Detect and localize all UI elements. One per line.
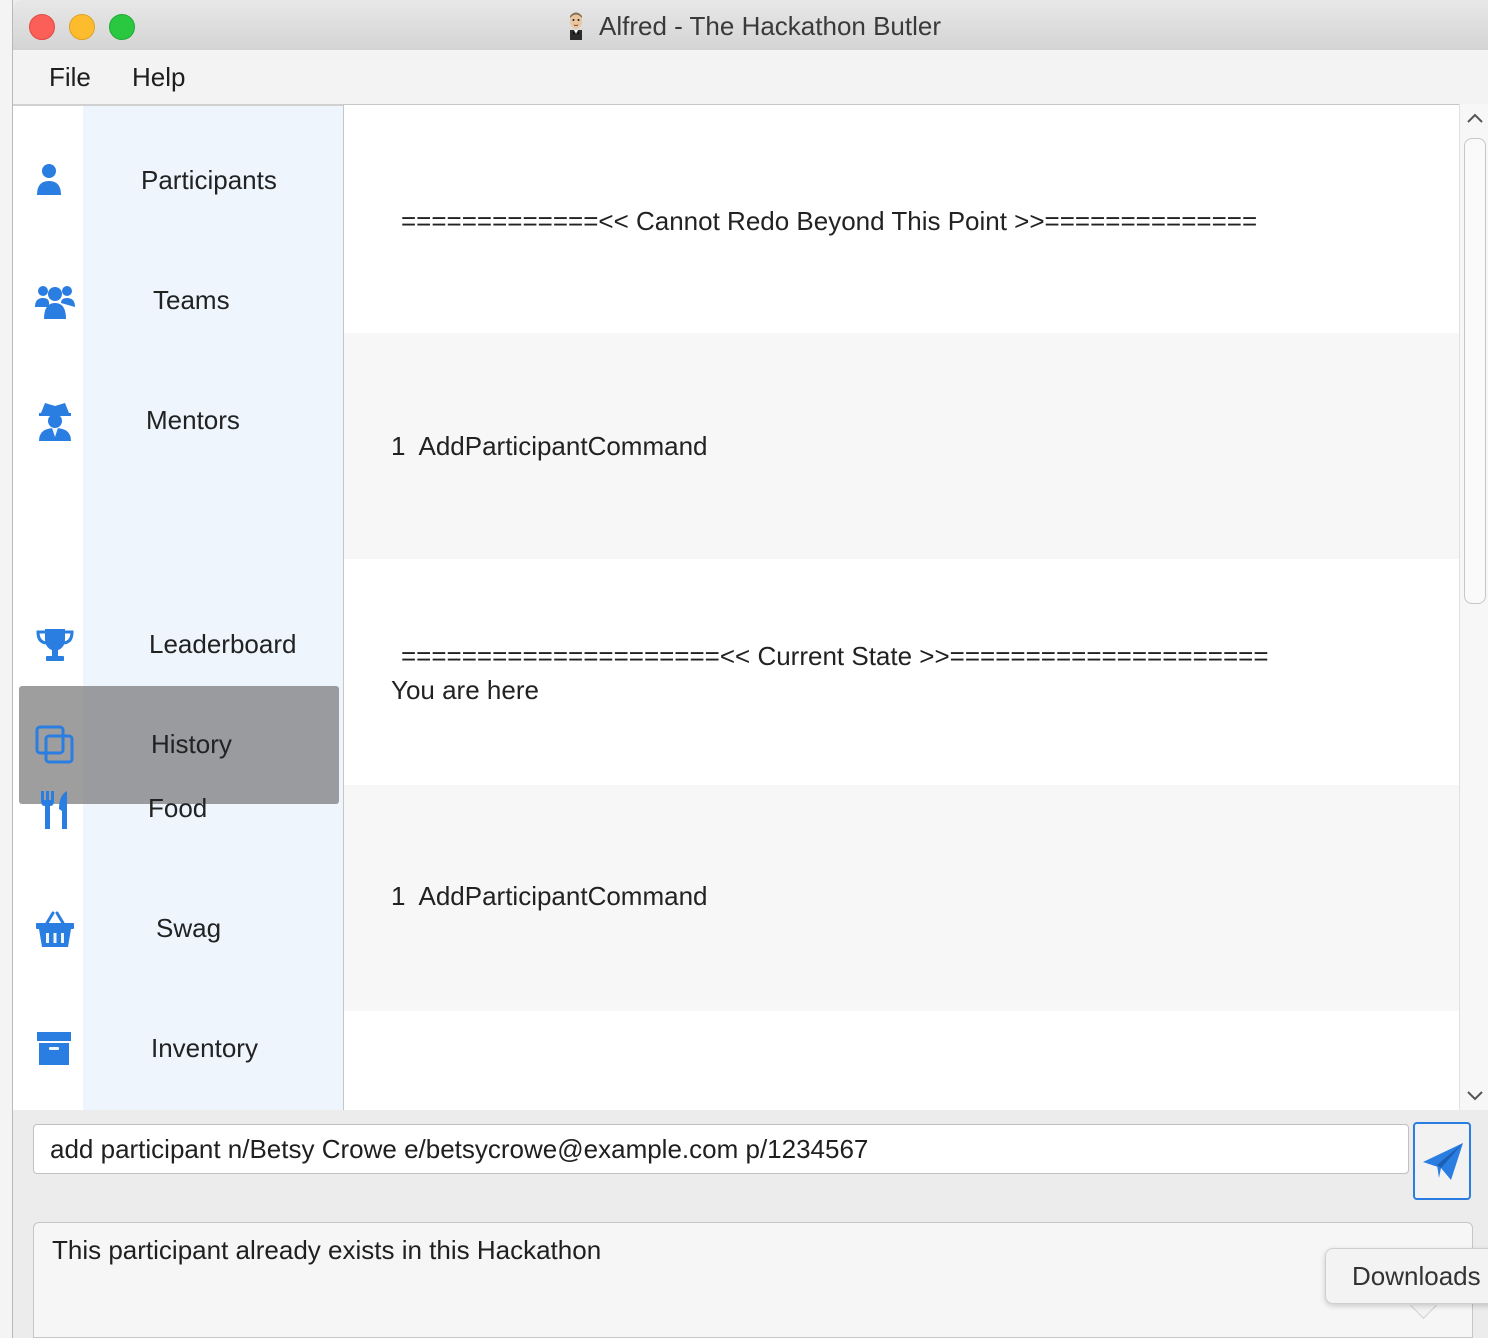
history-entry-current-state: =====================<< Current State >>… — [344, 559, 1460, 785]
archive-icon — [37, 1032, 71, 1065]
user-secret-icon — [39, 403, 71, 441]
user-icon — [37, 164, 61, 195]
menu-bar: File Help — [13, 50, 1488, 106]
trophy-icon — [36, 629, 74, 661]
shopping-basket-icon — [36, 911, 74, 947]
chevron-down-icon[interactable] — [1464, 1084, 1486, 1106]
title-bar[interactable]: Alfred - The Hackathon Butler — [13, 0, 1488, 51]
downloads-tooltip-text: Downloads — [1352, 1261, 1481, 1291]
result-text: This participant already exists in this … — [52, 1235, 602, 1265]
sidebar-item-history-label: History — [151, 729, 232, 759]
history-scrollbar[interactable] — [1459, 104, 1488, 1110]
copy-icon — [35, 725, 74, 764]
sidebar-item-leaderboard-label: Leaderboard — [149, 629, 297, 659]
sidebar-item-participants[interactable]: Participants — [13, 151, 343, 211]
history-entry-command: 1 AddParticipantCommand — [344, 785, 1460, 1011]
background-window-strip — [0, 0, 12, 1338]
sidebar-item-participants-label: Participants — [141, 165, 277, 195]
history-entry-text: 1 AddParticipantCommand — [391, 431, 708, 461]
chevron-up-icon[interactable] — [1464, 108, 1486, 130]
history-entry-empty — [344, 1011, 1460, 1111]
sidebar-label-strip — [83, 106, 343, 1110]
history-entry-redo-limit: =============<< Cannot Redo Beyond This … — [344, 105, 1460, 331]
history-entry-text: 1 AddParticipantCommand — [391, 881, 708, 911]
menu-help[interactable]: Help — [132, 62, 185, 93]
butler-app-icon — [569, 12, 582, 40]
users-icon — [35, 286, 75, 319]
history-entry-text: =============<< Cannot Redo Beyond This … — [401, 206, 1258, 236]
downloads-tooltip: Downloads — [1325, 1248, 1488, 1304]
sidebar-item-food-label: Food — [148, 793, 208, 823]
sidebar-item-mentors[interactable]: Mentors — [13, 391, 343, 451]
sidebar-item-inventory-label: Inventory — [151, 1033, 258, 1063]
scrollbar-thumb[interactable] — [1464, 138, 1486, 604]
sidebar: Participants Teams Mentors Leaderboard H… — [13, 106, 343, 1110]
sidebar-item-teams-label: Teams — [153, 285, 230, 315]
sidebar-item-swag-label: Swag — [156, 913, 222, 943]
history-entry-command: 1 AddParticipantCommand — [344, 333, 1460, 559]
sidebar-item-swag[interactable]: Swag — [13, 899, 343, 959]
paper-plane-icon — [1423, 1143, 1463, 1180]
send-command-button[interactable] — [1413, 1122, 1471, 1200]
menu-file[interactable]: File — [49, 62, 91, 93]
history-entry-text: =====================<< Current State >>… — [401, 641, 1269, 671]
utensils-icon — [41, 791, 67, 829]
window-title-text: Alfred - The Hackathon Butler — [598, 11, 942, 41]
result-display: This participant already exists in this … — [33, 1222, 1473, 1338]
sidebar-item-inventory[interactable]: Inventory — [13, 1019, 343, 1079]
history-list[interactable]: =============<< Cannot Redo Beyond This … — [343, 104, 1460, 1111]
history-entry-subtext: You are here — [391, 675, 539, 705]
sidebar-item-food[interactable]: Food — [13, 779, 343, 839]
sidebar-item-teams[interactable]: Teams — [13, 271, 343, 331]
command-input[interactable] — [33, 1124, 1409, 1174]
sidebar-item-history[interactable]: History — [13, 715, 343, 775]
sidebar-item-leaderboard[interactable]: Leaderboard — [13, 615, 343, 675]
command-area: This participant already exists in this … — [13, 1110, 1488, 1338]
window-title: Alfred - The Hackathon Butler — [13, 10, 1488, 42]
sidebar-item-mentors-label: Mentors — [146, 405, 240, 435]
app-window: Alfred - The Hackathon Butler File Help … — [12, 0, 1488, 1338]
